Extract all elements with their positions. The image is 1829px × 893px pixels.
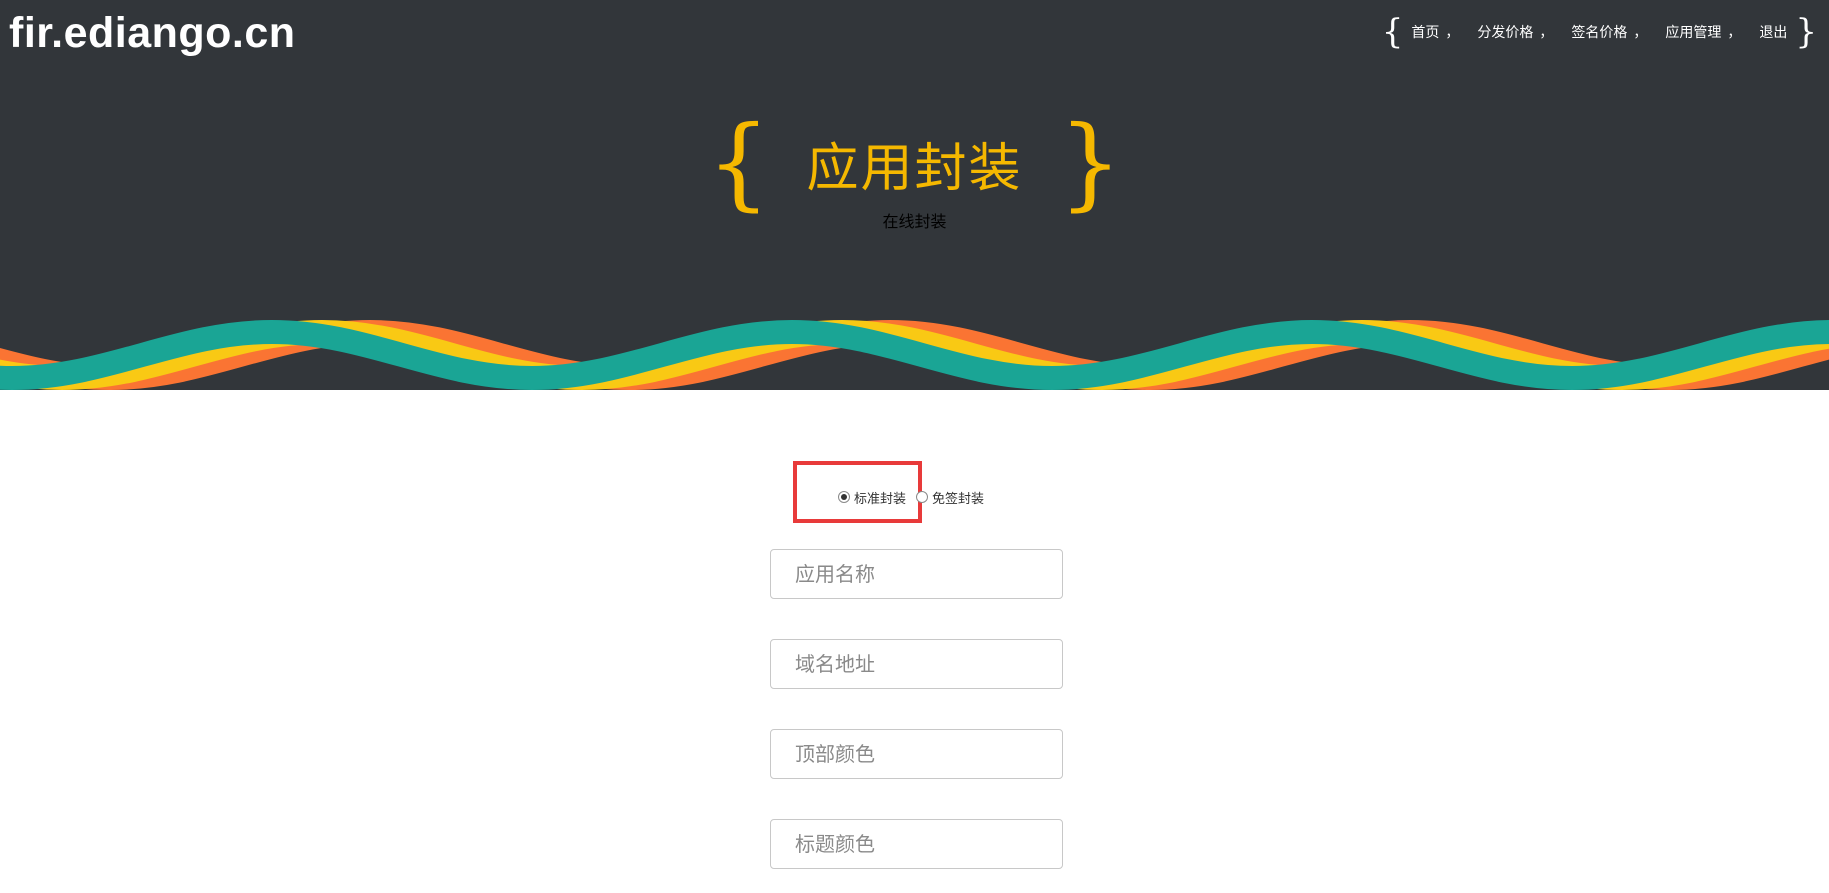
hero-open-brace: { [706, 104, 771, 221]
app-name-input[interactable] [771, 550, 1062, 598]
hero: { 应用封装 } [0, 104, 1829, 221]
domain-input[interactable] [771, 640, 1062, 688]
app-name-field [770, 549, 1063, 599]
nav-item-distribution-price[interactable]: 分发价格 [1477, 22, 1533, 42]
package-type-radio-group: 标准封装 免签封装 [838, 462, 984, 532]
page-title: 应用封装 [806, 138, 1023, 199]
decorative-wave-ribbon [0, 319, 1829, 391]
top-color-input[interactable] [771, 730, 1062, 778]
page-subtitle: 在线封装 [882, 212, 947, 231]
radio-signature-free-label: 免签封装 [932, 491, 985, 507]
nav-separator: ， [1633, 25, 1648, 41]
radio-standard-package[interactable]: 标准封装 [838, 488, 906, 507]
nav-separator: ， [1727, 25, 1742, 41]
title-color-input[interactable] [771, 820, 1062, 868]
nav-open-brace: { [1381, 12, 1404, 52]
nav-close-brace: } [1795, 12, 1817, 52]
nav-item-app-management[interactable]: 应用管理 [1665, 22, 1721, 42]
nav-item-logout[interactable]: 退出 [1759, 22, 1787, 42]
nav-item-signing-price[interactable]: 签名价格 [1571, 22, 1627, 42]
radio-checked-icon[interactable] [838, 491, 850, 503]
nav-item-home[interactable]: 首页 [1411, 22, 1439, 42]
domain-field [770, 639, 1063, 689]
nav-separator: ， [1445, 25, 1460, 41]
radio-standard-label: 标准封装 [854, 491, 907, 507]
top-nav: { 首页 ， 分发价格 ， 签名价格 ， 应用管理 ， 退出 } [1382, 14, 1817, 50]
hero-close-brace: } [1058, 104, 1123, 221]
nav-separator: ， [1539, 25, 1554, 41]
radio-unchecked-icon[interactable] [916, 491, 929, 503]
site-logo[interactable]: fir.ediango.cn [9, 9, 296, 58]
title-color-field [770, 819, 1063, 869]
top-color-field [770, 729, 1063, 779]
radio-signature-free-package[interactable]: 免签封装 [916, 488, 984, 507]
